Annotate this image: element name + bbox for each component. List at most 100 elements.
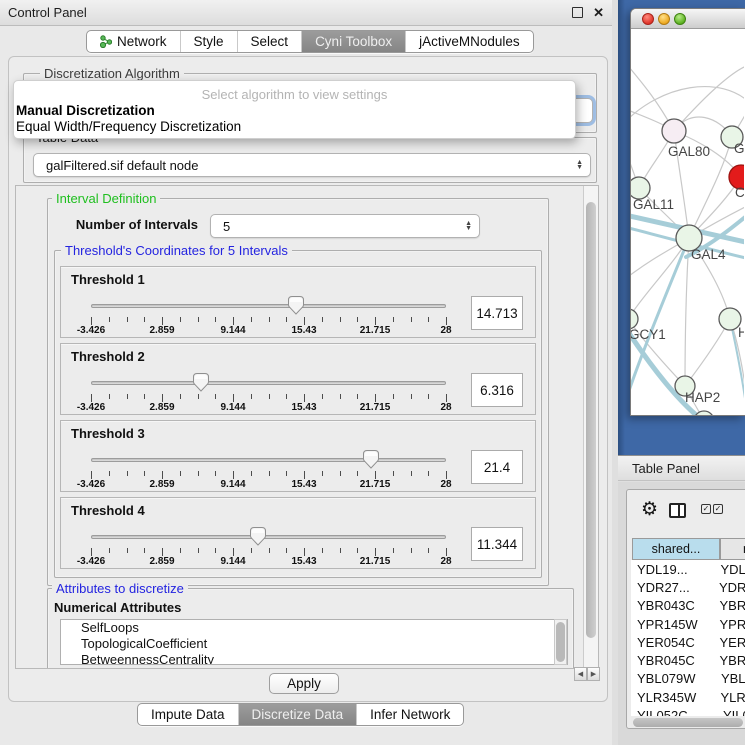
table-panel-title: Table Panel <box>632 461 700 476</box>
numerical-attributes-list[interactable]: SelfLoopsTopologicalCoefficientBetweenne… <box>60 619 568 665</box>
scrollbar-arrow-buttons[interactable]: ◀ ▶ <box>574 667 600 681</box>
table-row[interactable]: YDL19...YDL1 <box>631 560 745 578</box>
slider-track[interactable] <box>91 304 446 308</box>
cell-shared-name: YER054C <box>631 635 715 650</box>
table-row[interactable]: YBR045CYBR0 <box>631 651 745 669</box>
scroll-right-arrow-icon[interactable]: ▶ <box>587 667 600 681</box>
table-row[interactable]: YDR27...YDR2 <box>631 578 745 596</box>
slider-thumb[interactable] <box>363 450 379 474</box>
table-row[interactable]: YLR345WYLR3 <box>631 688 745 706</box>
gear-icon[interactable]: ⚙ <box>641 498 658 521</box>
algorithm-option[interactable]: Equal Width/Frequency Discretization <box>14 119 575 135</box>
major-tick <box>162 394 163 402</box>
major-tick <box>162 548 163 556</box>
threshold-value-field[interactable]: 21.4 <box>471 450 523 484</box>
attribute-list-item[interactable]: BetweennessCentrality <box>61 652 567 665</box>
attribute-list-item[interactable]: TopologicalCoefficient <box>61 636 567 652</box>
node-label: GCY1 <box>631 327 666 342</box>
table-row[interactable]: YER054CYER0 <box>631 633 745 651</box>
tick-label: 28 <box>440 402 451 413</box>
column-header[interactable]: na <box>720 538 745 560</box>
GAL80-node[interactable] <box>662 119 686 143</box>
cell-shared-name: YDL19... <box>631 562 716 577</box>
close-traffic-light-icon[interactable] <box>642 13 654 25</box>
minor-tick <box>322 548 323 553</box>
scrollbar-thumb[interactable] <box>556 622 565 662</box>
GCY1-node[interactable] <box>631 309 638 329</box>
panel-title: Control Panel <box>8 5 572 20</box>
minor-tick <box>340 317 341 322</box>
tab-style[interactable]: Style <box>180 31 237 52</box>
minimize-traffic-light-icon[interactable] <box>658 13 670 25</box>
tab-discretize-data[interactable]: Discretize Data <box>238 704 357 725</box>
num-intervals-combo[interactable]: 5 ▲▼ <box>210 214 480 238</box>
table-row[interactable]: YBL079WYBL0 <box>631 670 745 688</box>
column-selector-icon[interactable] <box>669 503 686 518</box>
minor-tick <box>357 394 358 399</box>
minor-tick <box>109 394 110 399</box>
major-tick <box>233 548 234 556</box>
minor-tick <box>411 317 412 322</box>
tick-label: 21.715 <box>360 556 391 567</box>
float-window-icon[interactable] <box>572 7 583 18</box>
table-row[interactable]: YPR145WYPR1 <box>631 615 745 633</box>
network-window-titlebar[interactable] <box>631 9 745 29</box>
tab-infer-network[interactable]: Infer Network <box>356 704 463 725</box>
cell-name: YIL0 <box>719 708 745 716</box>
checkbox-icon[interactable]: ✓ <box>713 504 723 514</box>
threshold-value-field[interactable]: 6.316 <box>471 373 523 407</box>
tab-cyni-toolbox[interactable]: Cyni Toolbox <box>301 31 405 52</box>
minor-tick <box>286 471 287 476</box>
cell-name: YER0 <box>715 635 745 650</box>
tab-label: jActiveMNodules <box>419 34 520 49</box>
network-view-window[interactable]: GAL80GCGAL11GAL4GCY1HHAP2 <box>630 8 745 416</box>
threshold-value-field[interactable]: 14.713 <box>471 296 523 330</box>
tick-label: 2.859 <box>149 479 174 490</box>
zoom-traffic-light-icon[interactable] <box>674 13 686 25</box>
minor-tick <box>251 471 252 476</box>
table-row[interactable]: YIL052CYIL0 <box>631 706 745 716</box>
slider-thumb[interactable] <box>193 373 209 397</box>
tab-network[interactable]: Network <box>87 31 180 52</box>
major-tick <box>91 394 92 402</box>
table-horizontal-scrollbar[interactable] <box>631 717 745 728</box>
table-rows: YDL19...YDL1YDR27...YDR2YBR043CYBR0YPR14… <box>631 560 745 716</box>
slider-track[interactable] <box>91 535 446 539</box>
table-column-headers: shared...na <box>632 538 745 560</box>
tick-label: 28 <box>440 325 451 336</box>
GAL11-node[interactable] <box>631 177 650 199</box>
node-label: GAL4 <box>691 247 726 262</box>
settings-vertical-scrollbar[interactable] <box>583 186 598 668</box>
minor-tick <box>322 317 323 322</box>
slider-track[interactable] <box>91 458 446 462</box>
attributes-list-scrollbar[interactable] <box>554 619 567 665</box>
major-tick <box>446 471 447 479</box>
slider-thumb[interactable] <box>288 296 304 320</box>
scrollbar-thumb[interactable] <box>586 202 596 638</box>
minor-tick <box>180 317 181 322</box>
node[interactable] <box>694 411 714 416</box>
top-tab-bar: NetworkStyleSelectCyni Toolbox jActiveMNo… <box>86 30 534 53</box>
network-canvas[interactable]: GAL80GCGAL11GAL4GCY1HHAP2 <box>631 29 744 416</box>
scroll-left-arrow-icon[interactable]: ◀ <box>574 667 587 681</box>
checkbox-icon[interactable]: ✓ <box>701 504 711 514</box>
attribute-list-item[interactable]: SelfLoops <box>61 620 567 636</box>
column-header[interactable]: shared... <box>632 538 720 560</box>
scrollbar-thumb[interactable] <box>633 718 743 727</box>
slider-track[interactable] <box>91 381 446 385</box>
tab-select[interactable]: Select <box>237 31 302 52</box>
cell-shared-name: YPR145W <box>631 617 715 632</box>
table-row[interactable]: YBR043CYBR0 <box>631 597 745 615</box>
tick-label: 15.43 <box>291 325 316 336</box>
threshold-value-field[interactable]: 11.344 <box>471 527 523 561</box>
combo-arrows-icon: ▲▼ <box>576 160 583 170</box>
apply-button[interactable]: Apply <box>269 673 339 694</box>
tab-impute-data[interactable]: Impute Data <box>138 704 238 725</box>
close-icon[interactable]: ✕ <box>593 5 604 21</box>
table-data-combo[interactable]: galFiltered.sif default node ▲▼ <box>33 153 591 177</box>
slider-thumb[interactable] <box>250 527 266 551</box>
checkbox-icons[interactable]: ✓ ✓ <box>701 504 723 514</box>
thresholds-group-title: Threshold's Coordinates for 5 Intervals <box>61 243 292 258</box>
tab-jactivemnodules[interactable]: jActiveMNodules <box>405 31 533 52</box>
algorithm-option[interactable]: Manual Discretization <box>14 103 575 119</box>
